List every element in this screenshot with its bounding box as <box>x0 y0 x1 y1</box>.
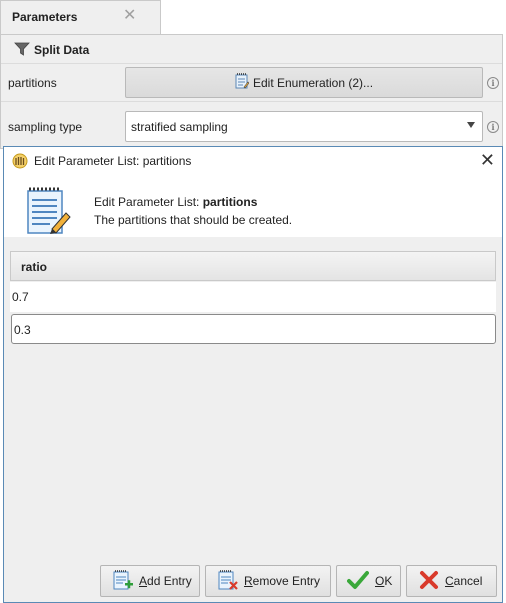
close-tab-icon[interactable]: ✕ <box>123 7 136 25</box>
ok-label: OK <box>375 574 393 588</box>
remove-entry-button[interactable]: Remove Entry <box>205 565 331 597</box>
divider <box>1 101 502 102</box>
parameters-panel: Split Data partitions Edit Enumeration (… <box>0 34 503 149</box>
cancel-x-icon <box>419 570 439 593</box>
cell-input[interactable]: 0.3 <box>14 323 31 337</box>
add-entry-label: Add Entry <box>139 574 192 588</box>
dialog-header: Edit Parameter List: partitions The part… <box>4 175 502 237</box>
tab-bar: Parameters ✕ <box>0 0 506 34</box>
notepad-icon <box>235 73 250 92</box>
add-entry-button[interactable]: Add Entry <box>100 565 200 597</box>
dialog-title: Edit Parameter List: partitions <box>34 154 192 168</box>
sampling-type-value: stratified sampling <box>131 120 228 134</box>
table-row[interactable]: 0.7 <box>10 282 496 312</box>
column-header-label: ratio <box>21 260 48 274</box>
notepad-icon <box>24 185 72 238</box>
sampling-type-select[interactable]: stratified sampling <box>125 111 483 142</box>
parameter-table: ratio 0.7 0.3 <box>10 251 497 349</box>
cancel-button[interactable]: Cancel <box>406 565 497 597</box>
tab-title: Parameters <box>12 10 78 24</box>
cancel-label: Cancel <box>445 574 483 588</box>
checkmark-icon <box>347 570 369 593</box>
edit-parameter-list-dialog: Edit Parameter List: partitions ✕ Edit P… <box>3 146 503 603</box>
dropdown-arrow-icon[interactable] <box>467 122 475 128</box>
dialog-header-title: Edit Parameter List: partitions <box>94 195 257 209</box>
header-prefix: Edit Parameter List: <box>94 195 203 209</box>
add-entry-icon <box>113 569 133 594</box>
info-icon[interactable]: i <box>487 121 499 133</box>
operator-header: Split Data <box>14 41 89 59</box>
operator-name: Split Data <box>34 43 90 57</box>
dialog-description: The partitions that should be created. <box>94 213 293 227</box>
edit-enumeration-button[interactable]: Edit Enumeration (2)... <box>125 67 483 98</box>
dialog-titlebar[interactable]: Edit Parameter List: partitions ✕ <box>4 147 502 175</box>
partitions-label: partitions <box>8 76 57 90</box>
divider <box>1 63 502 64</box>
column-header-ratio[interactable]: ratio <box>10 251 496 281</box>
table-row-editing[interactable]: 0.3 <box>11 314 496 344</box>
cell-value: 0.7 <box>12 290 29 304</box>
sampling-type-label: sampling type <box>8 120 83 134</box>
app-logo-icon <box>12 153 28 172</box>
tab-parameters[interactable]: Parameters ✕ <box>0 0 161 34</box>
ok-button[interactable]: OK <box>336 565 401 597</box>
remove-entry-label: Remove Entry <box>244 574 321 588</box>
filter-icon <box>14 41 30 60</box>
close-dialog-icon[interactable]: ✕ <box>480 149 495 171</box>
edit-enumeration-label: Edit Enumeration (2)... <box>252 75 374 90</box>
info-icon[interactable]: i <box>487 77 499 89</box>
header-param-name: partitions <box>202 195 258 209</box>
remove-entry-icon <box>218 569 238 594</box>
